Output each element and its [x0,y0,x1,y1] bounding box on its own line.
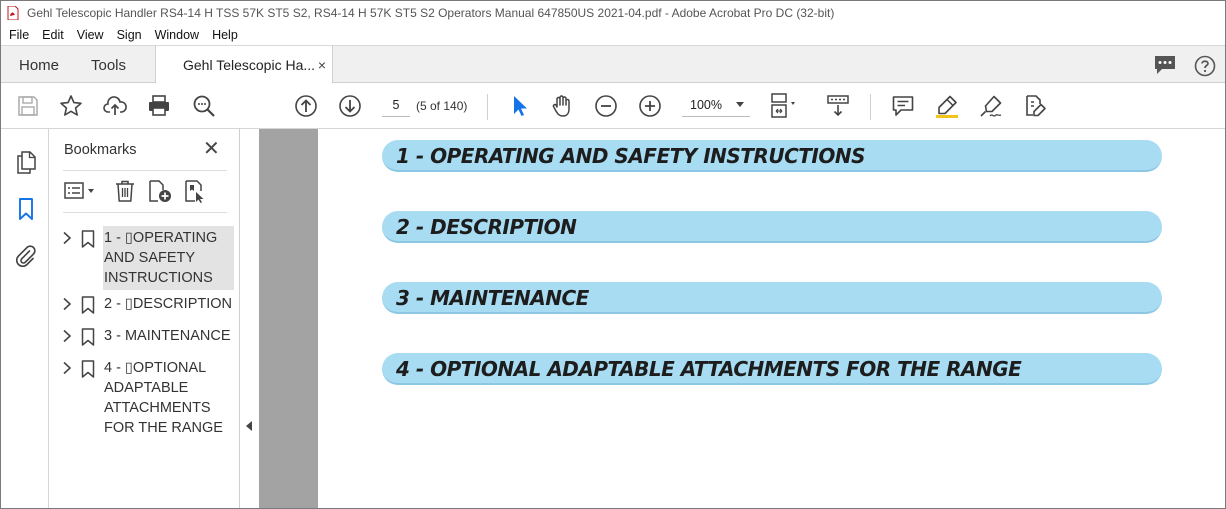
tab-document[interactable]: Gehl Telescopic Ha... × [155,46,333,84]
tab-home[interactable]: Home [19,46,59,84]
menu-view[interactable]: View [77,28,104,42]
page-up-icon[interactable] [294,94,318,118]
chevron-right-icon[interactable] [61,297,73,311]
delete-bookmark-icon[interactable] [113,179,137,203]
menu-sign[interactable]: Sign [117,28,142,42]
bookmark-item[interactable]: 3 - MAINTENANCE [57,326,235,348]
page-number-input[interactable]: 5 [382,93,410,117]
bookmark-icon [81,360,95,378]
save-icon[interactable] [16,94,40,118]
pages-icon[interactable] [14,150,38,174]
toc-section-title: 3 - MAINTENANCE [396,286,589,310]
attachment-icon[interactable] [14,244,38,268]
zoom-level-value: 100% [690,97,722,112]
close-icon[interactable]: ✕ [203,139,220,159]
chevron-down-icon [736,102,744,107]
page-layout-icon[interactable] [769,93,805,118]
window-title: Gehl Telescopic Handler RS4-14 H TSS 57K… [27,6,835,20]
toc-section-1: 1 - OPERATING AND SAFETY INSTRUCTIONS [382,140,1162,172]
page-down-icon[interactable] [338,94,362,118]
document-viewport[interactable]: 1 - OPERATING AND SAFETY INSTRUCTIONS 2 … [259,129,1225,508]
toc-section-3: 3 - MAINTENANCE [382,282,1162,314]
highlight-icon[interactable] [935,94,959,118]
zoom-in-icon[interactable] [638,94,662,118]
chevron-right-icon[interactable] [61,231,73,245]
edit-pdf-icon[interactable] [1023,94,1047,118]
acrobat-window: Gehl Telescopic Handler RS4-14 H TSS 57K… [0,0,1226,509]
menu-help[interactable]: Help [212,28,238,42]
bookmark-icon [81,230,95,248]
comment-bubble-icon[interactable] [1154,55,1176,78]
collapse-left-icon[interactable] [246,421,252,431]
bookmark-options-icon[interactable] [63,179,99,203]
tab-close-icon[interactable]: × [318,57,326,73]
bookmark-icon [81,328,95,346]
bookmark-item[interactable]: 4 - ▯OPTIONAL ADAPTABLE ATTACHMENTS FOR … [57,358,235,440]
menu-edit[interactable]: Edit [42,28,64,42]
help-icon[interactable] [1194,55,1216,80]
bookmark-label: 1 - ▯OPERATING AND SAFETY INSTRUCTIONS [104,230,218,286]
star-icon[interactable] [59,94,83,118]
bookmark-item[interactable]: 2 - ▯DESCRIPTION [57,294,235,316]
menu-bar: File Edit View Sign Window Help [1,25,1225,45]
page-count: (5 of 140) [416,99,468,113]
print-icon[interactable] [147,94,171,118]
zoom-search-icon[interactable] [192,94,216,118]
new-bookmark-icon[interactable] [147,179,171,203]
bookmark-label: 4 - ▯OPTIONAL ADAPTABLE ATTACHMENTS FOR … [104,360,223,436]
select-cursor-icon[interactable] [507,94,531,118]
toolbar-divider [870,94,871,120]
upload-icon[interactable] [103,94,127,118]
bookmark-icon [81,296,95,314]
tab-bar: Home Tools Gehl Telescopic Ha... × [1,45,1225,84]
toc-section-title: 2 - DESCRIPTION [396,215,577,239]
menu-window[interactable]: Window [155,28,199,42]
bookmarks-panel: Bookmarks ✕ 1 - ▯OPERATING AND SAFETY IN… [49,129,240,508]
bookmark-search-icon[interactable] [183,179,207,203]
toc-section-title: 1 - OPERATING AND SAFETY INSTRUCTIONS [396,144,865,168]
toc-section-2: 2 - DESCRIPTION [382,211,1162,243]
bookmarks-panel-title: Bookmarks [64,142,137,158]
zoom-level-select[interactable]: 100% [682,93,750,117]
toc-section-4: 4 - OPTIONAL ADAPTABLE ATTACHMENTS FOR T… [382,353,1162,385]
comment-icon[interactable] [891,94,915,118]
panel-divider [63,212,227,213]
bookmark-label: 3 - MAINTENANCE [104,328,231,344]
panel-divider [63,170,227,171]
toc-section-title: 4 - OPTIONAL ADAPTABLE ATTACHMENTS FOR T… [396,357,1022,381]
scroll-mode-icon[interactable] [826,94,850,118]
pdf-page: 1 - OPERATING AND SAFETY INSTRUCTIONS 2 … [318,129,1225,508]
sign-icon[interactable] [979,94,1003,118]
toolbar-divider [487,94,488,120]
menu-file[interactable]: File [9,28,29,42]
panel-collapse-handle[interactable] [240,129,259,508]
navigation-rail [1,129,49,508]
chevron-right-icon[interactable] [61,361,73,375]
bookmark-label: 2 - ▯DESCRIPTION [104,296,233,312]
zoom-out-icon[interactable] [594,94,618,118]
hand-icon[interactable] [550,94,574,118]
title-bar: Gehl Telescopic Handler RS4-14 H TSS 57K… [1,1,1225,25]
acrobat-app-icon [7,6,19,20]
main-toolbar: 5 (5 of 140) 100% [1,83,1225,129]
chevron-right-icon[interactable] [61,329,73,343]
bookmark-icon[interactable] [14,197,38,221]
tab-document-label: Gehl Telescopic Ha... [183,57,316,73]
tab-tools[interactable]: Tools [91,46,126,84]
bookmark-item[interactable]: 1 - ▯OPERATING AND SAFETY INSTRUCTIONS [57,226,235,290]
